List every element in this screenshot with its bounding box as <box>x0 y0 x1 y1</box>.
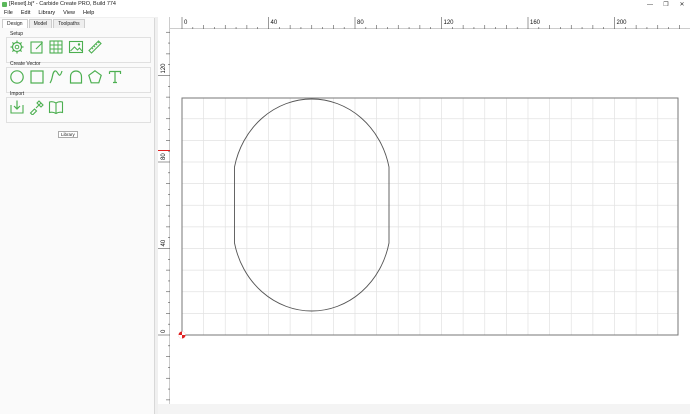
edit-icon[interactable] <box>29 39 45 55</box>
circle-icon[interactable] <box>9 69 25 85</box>
menu-edit[interactable]: Edit <box>21 10 30 16</box>
rectangle-icon[interactable] <box>29 69 45 85</box>
close-button[interactable]: ✕ <box>674 0 690 9</box>
panel-tabs: Design Model Toolpaths <box>2 19 86 28</box>
ruler-y-label: 40 <box>161 239 167 246</box>
ruler-x-label: 0 <box>184 20 188 26</box>
ruler-x-label: 80 <box>357 20 364 26</box>
library-icon[interactable] <box>48 99 64 115</box>
origin-marker <box>178 331 186 339</box>
ruler-icon[interactable] <box>87 39 103 55</box>
menu-help[interactable]: Help <box>83 10 94 16</box>
horizontal-ruler: 0 40 80 120 160 200 <box>170 17 690 29</box>
horizontal-scrollbar[interactable] <box>158 404 690 414</box>
pentagon-icon[interactable] <box>87 69 103 85</box>
image-icon[interactable] <box>68 39 84 55</box>
tab-toolpaths[interactable]: Toolpaths <box>53 19 85 28</box>
ruler-x-label: 120 <box>444 20 455 26</box>
menu-view[interactable]: View <box>63 10 75 16</box>
menu-bar: File Edit Library View Help <box>0 9 690 17</box>
tab-design[interactable]: Design <box>2 19 28 28</box>
tools-icon[interactable] <box>29 99 45 115</box>
settings-icon[interactable] <box>9 39 25 55</box>
library-tooltip: Library <box>58 131 78 138</box>
design-canvas[interactable] <box>170 29 690 404</box>
curve-icon[interactable] <box>48 69 64 85</box>
window-title: [Reset].bj* - Carbide Create PRO, Build … <box>9 1 116 7</box>
ruler-y-label: 120 <box>161 63 167 74</box>
ruler-x-label: 160 <box>530 20 541 26</box>
ruler-x-label: 200 <box>617 20 628 26</box>
tab-model[interactable]: Model <box>28 19 53 28</box>
polygon-icon[interactable] <box>68 69 84 85</box>
import-icon[interactable] <box>9 99 25 115</box>
stock-boundary <box>181 97 679 336</box>
ruler-y-label: 0 <box>161 329 167 333</box>
grid-icon[interactable] <box>48 39 64 55</box>
menu-library[interactable]: Library <box>38 10 55 16</box>
title-bar: [Reset].bj* - Carbide Create PRO, Build … <box>0 0 690 9</box>
design-panel: Design Model Toolpaths Setup Create Vect… <box>0 18 155 414</box>
vertical-ruler: 120 80 40 0 <box>158 17 170 404</box>
import-section <box>6 97 151 123</box>
text-icon[interactable] <box>107 69 123 85</box>
app-icon <box>2 1 7 7</box>
ruler-y-label: 80 <box>161 153 167 160</box>
minimize-button[interactable]: — <box>642 0 658 9</box>
ruler-x-label: 40 <box>271 20 278 26</box>
menu-file[interactable]: File <box>4 10 13 16</box>
restore-button[interactable]: ❐ <box>658 0 674 9</box>
